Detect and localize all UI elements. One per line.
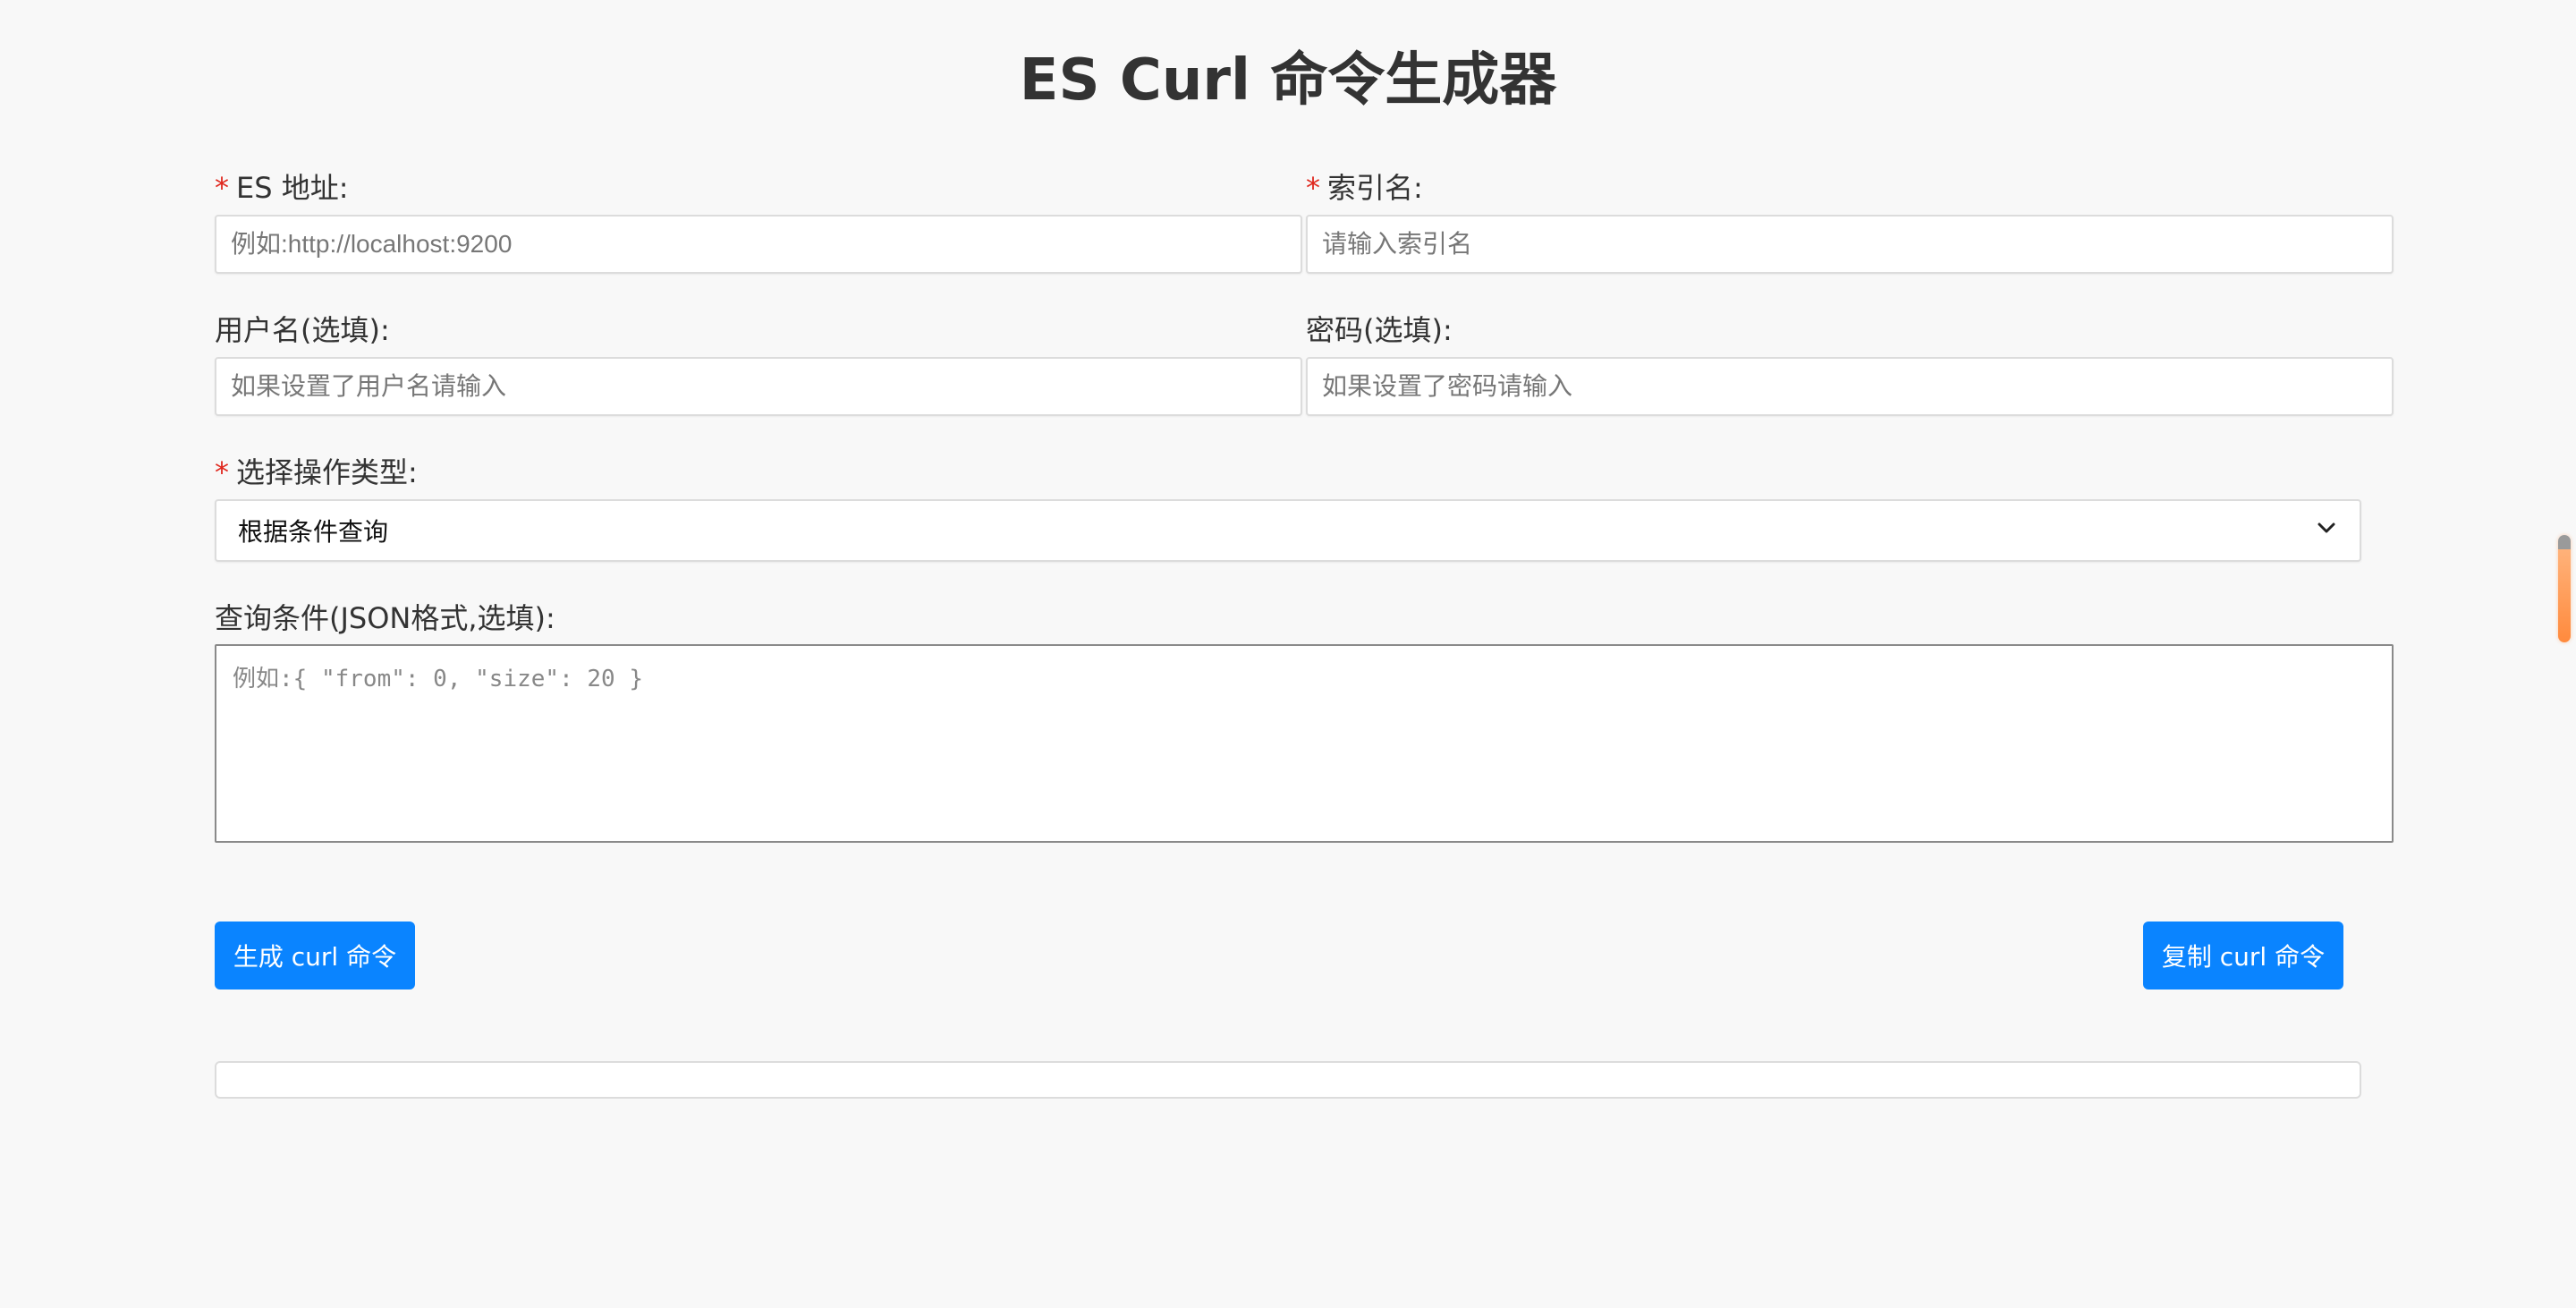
page-title: ES Curl 命令生成器	[1019, 47, 1557, 114]
copy-curl-button[interactable]: 复制 curl 命令	[2143, 922, 2343, 989]
operation-label: * 选择操作类型:	[215, 454, 418, 490]
required-mark: *	[1306, 171, 1320, 205]
scroll-indicator[interactable]	[2558, 535, 2571, 642]
operation-field-label-row: * 选择操作类型:	[215, 454, 418, 490]
operation-label-text: 选择操作类型:	[236, 455, 418, 489]
es-address-input[interactable]	[215, 215, 1302, 274]
password-input[interactable]	[1306, 357, 2394, 416]
operation-selected-value: 根据条件查询	[238, 517, 389, 547]
index-name-label-text: 索引名:	[1327, 171, 1423, 205]
es-address-label: * ES 地址:	[215, 170, 349, 206]
generate-curl-button[interactable]: 生成 curl 命令	[215, 922, 415, 989]
required-mark: *	[215, 171, 229, 205]
query-textarea[interactable]	[215, 644, 2394, 843]
username-field-label-row: 用户名(选填):	[215, 312, 390, 348]
index-name-field-label-row: * 索引名:	[1306, 170, 1423, 206]
password-field-label-row: 密码(选填):	[1306, 312, 1453, 348]
chevron-down-icon	[2315, 516, 2338, 546]
username-input[interactable]	[215, 357, 1302, 416]
query-label: 查询条件(JSON格式,选填):	[215, 601, 555, 635]
password-label: 密码(选填):	[1306, 313, 1453, 347]
operation-select[interactable]: 根据条件查询	[215, 499, 2361, 562]
index-name-label: * 索引名:	[1306, 170, 1423, 206]
index-name-input[interactable]	[1306, 215, 2394, 274]
username-label: 用户名(选填):	[215, 313, 390, 347]
es-address-label-text: ES 地址:	[236, 171, 349, 205]
curl-output-box	[215, 1061, 2361, 1099]
required-mark: *	[215, 455, 229, 489]
es-address-field-label-row: * ES 地址:	[215, 170, 349, 206]
query-field-label-row: 查询条件(JSON格式,选填):	[215, 600, 555, 636]
